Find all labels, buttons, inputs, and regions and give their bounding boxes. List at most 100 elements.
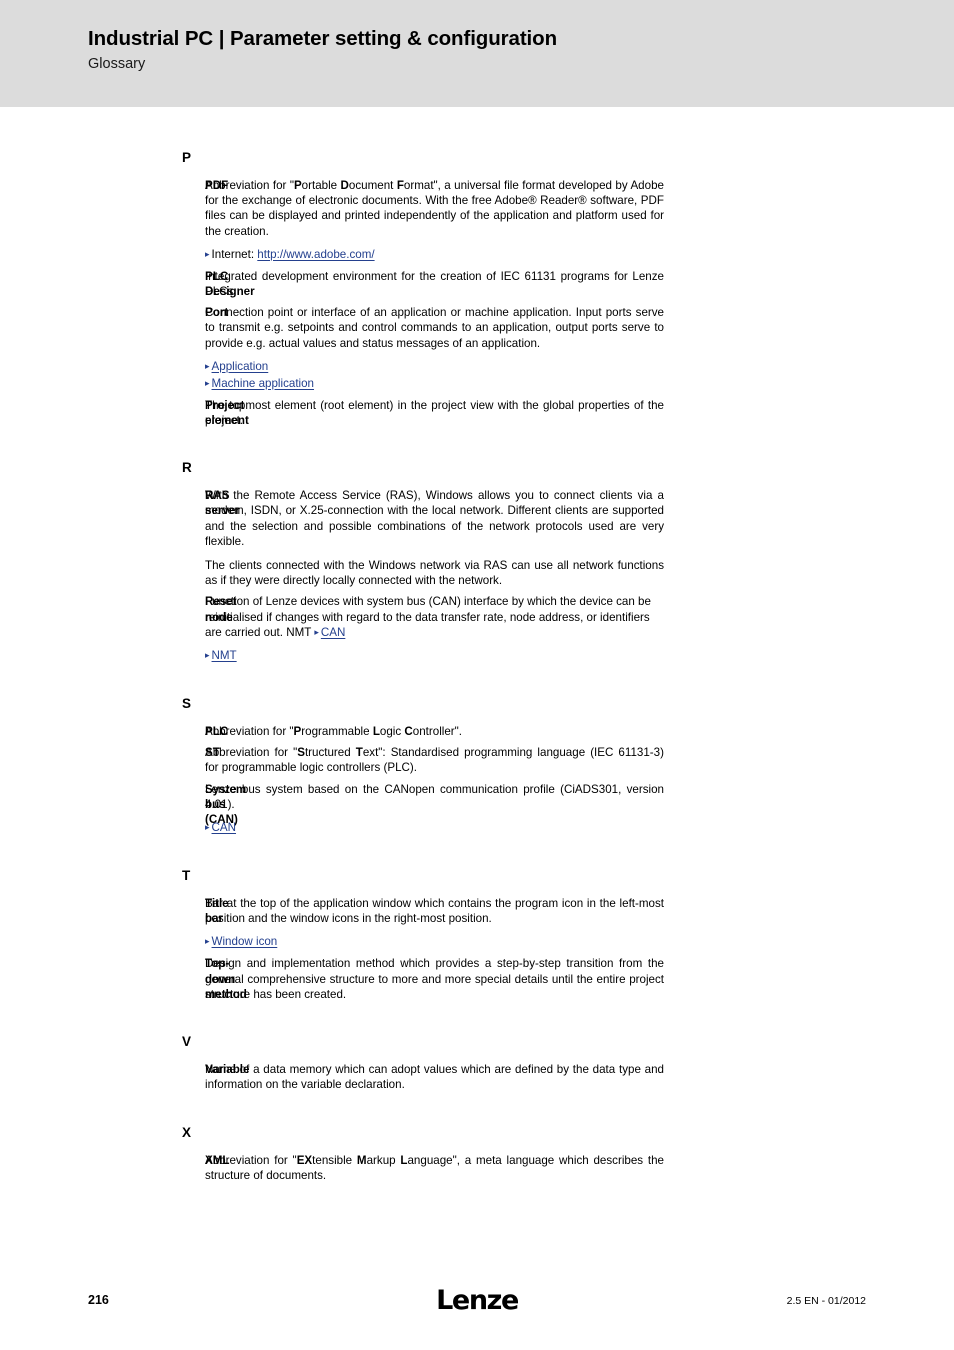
glossary-entry-list: Title bar Bar at the top of the applicati… bbox=[0, 896, 954, 1002]
xref-link[interactable]: CAN bbox=[321, 626, 345, 639]
glossary-definition: Design and implementation method which p… bbox=[205, 956, 664, 1002]
footer-version: 2.5 EN - 01/2012 bbox=[786, 1295, 866, 1307]
definition-paragraph: Integrated development environment for t… bbox=[205, 269, 664, 299]
glossary-definition: Lenze bus system based on the CANopen co… bbox=[205, 782, 664, 836]
section-letter-heading: P bbox=[182, 150, 192, 165]
glossary-term: PLC Designer bbox=[205, 269, 255, 299]
xref-link[interactable]: Machine application bbox=[212, 377, 314, 390]
definition-paragraph: Design and implementation method which p… bbox=[205, 957, 664, 1001]
section-letter-heading: R bbox=[182, 460, 192, 476]
definition-paragraph: Connection point or interface of an appl… bbox=[205, 306, 664, 350]
page-subtitle: Glossary bbox=[88, 56, 146, 72]
xref-arrow-icon: ▸ bbox=[205, 360, 210, 371]
glossary-definition: Name of a data memory which can adopt va… bbox=[205, 1062, 664, 1092]
glossary-term: System bus (CAN) bbox=[205, 782, 247, 827]
glossary-entry: Top-down method Design and implementation… bbox=[0, 956, 954, 1002]
glossary-definition: Connection point or interface of an appl… bbox=[205, 305, 664, 392]
definition-paragraph: Abbreviation for "EXtensible Markup Lang… bbox=[205, 1153, 665, 1182]
glossary-entry-list: Variable Name of a data memory which can … bbox=[0, 1062, 954, 1092]
glossary-entry-list: RAS server With the Remote Access Service… bbox=[0, 488, 954, 664]
glossary-term: ST bbox=[205, 746, 220, 760]
definition-paragraph: Abbreviation for "Portable Document Form… bbox=[205, 179, 664, 238]
glossary-term: Variable bbox=[205, 1063, 250, 1077]
glossary-definition: Abbreviation for "EXtensible Markup Lang… bbox=[205, 1153, 664, 1183]
page-header-band: Industrial PC | Parameter setting & conf… bbox=[0, 0, 954, 107]
glossary-entry: Variable Name of a data memory which can … bbox=[0, 1062, 954, 1092]
xref-link[interactable]: http://www.adobe.com/ bbox=[257, 248, 374, 261]
glossary-section-v: V Variable Name of a data memory which can… bbox=[0, 1034, 954, 1092]
section-letter-heading: S bbox=[182, 696, 192, 712]
definition-paragraph: Abbreviation for "Programmable Logic Con… bbox=[205, 725, 463, 739]
glossary-term: XML bbox=[205, 1153, 230, 1167]
definition-paragraph: Abbreviation for "Structured Text": Stan… bbox=[205, 746, 664, 775]
glossary-term: Title bar bbox=[205, 897, 229, 926]
cross-reference-line: ▸ CAN bbox=[205, 820, 664, 836]
definition-paragraph: Name of a data memory which can adopt va… bbox=[205, 1063, 664, 1092]
glossary-entry: PLC Abbreviation for "Programmable Logic … bbox=[0, 724, 954, 739]
glossary-entry: XML Abbreviation for "EXtensible Markup L… bbox=[0, 1153, 954, 1183]
glossary-term: Project element bbox=[205, 398, 249, 428]
glossary-section-s: S PLC Abbreviation for "Programmable Logic… bbox=[0, 696, 954, 836]
xref-arrow-icon: ▸ bbox=[314, 626, 319, 637]
glossary-entry: Title bar Bar at the top of the applicati… bbox=[0, 896, 954, 950]
glossary-section-r: R RAS server With the Remote Access Servic… bbox=[0, 460, 954, 664]
glossary-entry: RAS server With the Remote Access Service… bbox=[0, 488, 954, 588]
definition-paragraph: The clients connected with the Windows n… bbox=[205, 559, 664, 588]
glossary-definition: Bar at the top of the application window… bbox=[205, 896, 664, 950]
xref-arrow-icon: ▸ bbox=[205, 377, 210, 388]
glossary-definition: Abbreviation for "Structured Text": Stan… bbox=[205, 745, 664, 775]
xref-arrow-icon: ▸ bbox=[205, 248, 210, 259]
xref-link[interactable]: Window icon bbox=[212, 935, 278, 948]
glossary-section-t: T Title bar Bar at the top of the applicat… bbox=[0, 868, 954, 1002]
glossary-definition: Integrated development environment for t… bbox=[205, 269, 664, 299]
glossary-entry: ST Abbreviation for "Structured Text": St… bbox=[0, 745, 954, 775]
cross-reference-line: ▸ Application bbox=[205, 359, 664, 375]
definition-paragraph: Bar at the top of the application window… bbox=[205, 897, 664, 926]
glossary-content: P PDF Abbreviation for "Portable Document … bbox=[0, 150, 954, 1189]
xref-arrow-icon: ▸ bbox=[205, 650, 210, 661]
glossary-entry: Project element The topmost element (root… bbox=[0, 398, 954, 428]
glossary-term: PLC bbox=[205, 725, 229, 739]
glossary-entry-list: PLC Abbreviation for "Programmable Logic … bbox=[0, 724, 954, 836]
link-prefix-label: Internet: bbox=[211, 247, 258, 261]
definition-paragraph: The topmost element (root element) in th… bbox=[205, 398, 664, 428]
glossary-term: Port bbox=[205, 306, 229, 320]
cross-reference-line: ▸ Machine application bbox=[205, 376, 664, 392]
xref-arrow-icon: ▸ bbox=[205, 936, 210, 947]
cross-reference-line: ▸ NMT bbox=[205, 648, 664, 664]
section-letter-heading: X bbox=[182, 1124, 192, 1140]
page-footer: 216 Lenze 2.5 EN - 01/2012 bbox=[0, 1285, 954, 1325]
glossary-entry: PDF Abbreviation for "Portable Document F… bbox=[0, 178, 954, 263]
cross-reference-line: ▸ Window icon bbox=[205, 934, 664, 950]
xref-link[interactable]: NMT bbox=[212, 649, 237, 662]
glossary-entry: PLC Designer Integrated development envir… bbox=[0, 269, 954, 299]
glossary-entry-list: PDF Abbreviation for "Portable Document F… bbox=[0, 178, 954, 428]
section-letter-heading: T bbox=[182, 868, 191, 884]
definition-paragraph: With the Remote Access Service (RAS), Wi… bbox=[205, 489, 664, 548]
glossary-term: PDF bbox=[205, 179, 229, 192]
section-letter-heading: V bbox=[182, 1034, 192, 1050]
glossary-entry-list: XML Abbreviation for "EXtensible Markup L… bbox=[0, 1153, 954, 1183]
xref-arrow-icon: ▸ bbox=[205, 822, 210, 833]
definition-paragraph: Lenze bus system based on the CANopen co… bbox=[205, 782, 664, 811]
glossary-entry: Port Connection point or interface of an … bbox=[0, 305, 954, 392]
glossary-definition: With the Remote Access Service (RAS), Wi… bbox=[205, 488, 664, 588]
xref-link[interactable]: Application bbox=[212, 360, 269, 373]
glossary-term: Reset node bbox=[205, 595, 237, 624]
glossary-term: Top-down method bbox=[205, 957, 247, 1001]
glossary-term: RAS server bbox=[205, 489, 240, 518]
glossary-section-x: X XML Abbreviation for "EXtensible Markup … bbox=[0, 1125, 954, 1183]
cross-reference-line: ▸ Internet: http://www.adobe.com/ bbox=[205, 247, 664, 263]
glossary-section-p: P PDF Abbreviation for "Portable Document … bbox=[0, 150, 954, 428]
definition-paragraph: Function of Lenze devices with system bu… bbox=[205, 595, 651, 639]
xref-link[interactable]: CAN bbox=[212, 821, 236, 834]
glossary-entry: System bus (CAN) Lenze bus system based o… bbox=[0, 782, 954, 836]
glossary-definition: Abbreviation for "Programmable Logic Con… bbox=[205, 724, 664, 739]
glossary-definition: The topmost element (root element) in th… bbox=[205, 398, 664, 428]
glossary-definition: Function of Lenze devices with system bu… bbox=[205, 594, 664, 664]
